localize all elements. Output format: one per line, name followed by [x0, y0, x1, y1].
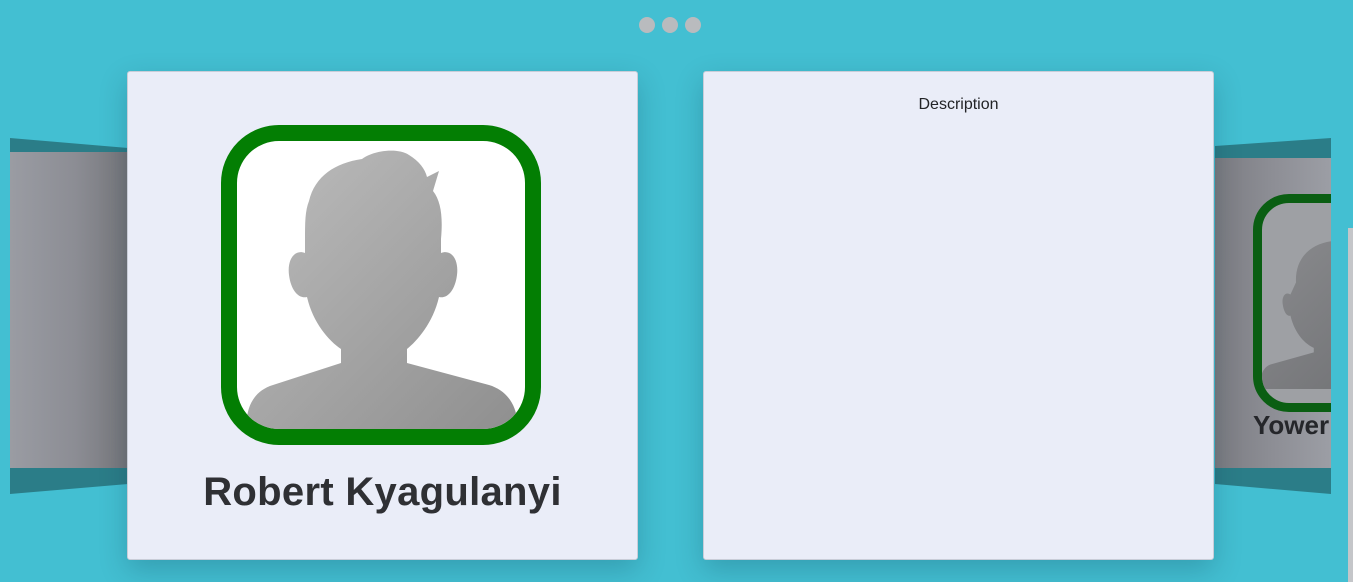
description-title: Description — [918, 96, 999, 113]
next-card-name: Yower — [1253, 410, 1330, 440]
user-placeholder-icon — [1262, 238, 1331, 389]
next-card[interactable]: Yower — [1215, 138, 1331, 494]
previous-card-face — [10, 152, 128, 468]
next-card-avatar-frame — [1253, 194, 1331, 412]
avatar-frame — [221, 125, 541, 445]
description-card[interactable]: Description — [703, 71, 1214, 560]
carousel-dot-3[interactable] — [685, 17, 701, 33]
carousel-dot-2[interactable] — [662, 17, 678, 33]
profile-card[interactable]: Robert Kyagulanyi — [127, 71, 638, 560]
scrollbar[interactable] — [1348, 228, 1353, 582]
previous-card[interactable] — [10, 138, 128, 494]
carousel-indicators — [639, 17, 701, 33]
carousel-dot-1[interactable] — [639, 17, 655, 33]
next-card-face: Yower — [1215, 158, 1331, 468]
user-placeholder-icon — [246, 150, 518, 429]
person-name: Robert Kyagulanyi — [203, 470, 562, 514]
